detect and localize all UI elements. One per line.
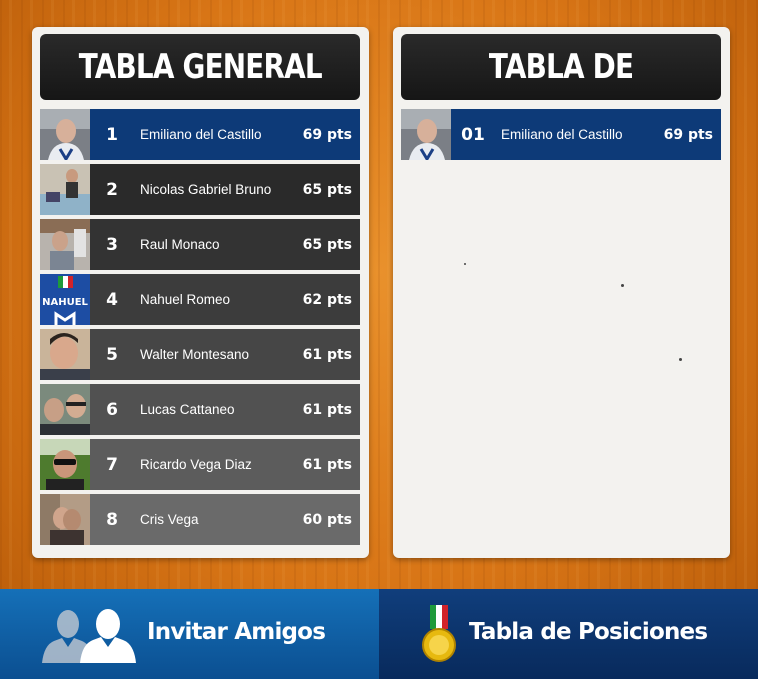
- tabla-general-header: TABLA GENERAL: [40, 34, 360, 100]
- invitar-amigos-label: Invitar Amigos: [147, 619, 326, 645]
- avatar: [40, 384, 90, 435]
- leaderboard-row[interactable]: 5 Walter Montesano 61 pts: [40, 329, 360, 380]
- row-points: 61 pts: [302, 401, 352, 418]
- friends-icon: [40, 607, 140, 663]
- avatar-text: NAHUEL: [42, 297, 88, 308]
- avatar: [40, 439, 90, 490]
- row-player-name: Lucas Cattaneo: [140, 402, 235, 417]
- tabla-amigos-list: 01 Emiliano del Castillo 69 pts: [401, 109, 721, 164]
- leaderboard-row[interactable]: 1 Emiliano del Castillo 69 pts: [40, 109, 360, 160]
- row-rank: 3: [106, 234, 118, 255]
- leaderboard-row[interactable]: 2 Nicolas Gabriel Bruno 65 pts: [40, 164, 360, 215]
- tabla-amigos-header: TABLA DE AMIGOS: [401, 34, 721, 153]
- medal-icon: [419, 605, 459, 663]
- row-rank: 6: [106, 399, 118, 420]
- row-points: 60 pts: [302, 511, 352, 528]
- tabla-general-panel: TABLA GENERAL 1 Emiliano del Castillo 69 p…: [32, 27, 369, 558]
- row-points: 62 pts: [302, 291, 352, 308]
- avatar: [40, 219, 90, 270]
- leaderboard-row[interactable]: 01 Emiliano del Castillo 69 pts: [401, 109, 721, 160]
- paper-speck: [464, 263, 466, 265]
- avatar: [401, 109, 451, 160]
- row-rank: 1: [106, 124, 118, 145]
- row-points: 69 pts: [302, 126, 352, 143]
- tabla-general-title: TABLA GENERAL: [78, 47, 322, 87]
- row-player-name: Ricardo Vega Diaz: [140, 457, 252, 472]
- paper-speck: [679, 358, 682, 361]
- row-rank: 2: [106, 179, 118, 200]
- invitar-amigos-button[interactable]: Invitar Amigos: [0, 589, 379, 679]
- leaderboard-row[interactable]: 6 Lucas Cattaneo 61 pts: [40, 384, 360, 435]
- avatar: NAHUEL: [40, 274, 90, 325]
- row-rank: 4: [106, 289, 118, 310]
- row-player-name: Emiliano del Castillo: [140, 127, 262, 142]
- row-player-name: Raul Monaco: [140, 237, 220, 252]
- avatar: [40, 109, 90, 160]
- avatar: [40, 164, 90, 215]
- leaderboard-row[interactable]: 7 Ricardo Vega Diaz 61 pts: [40, 439, 360, 490]
- row-rank: 8: [106, 509, 118, 530]
- leaderboard-row[interactable]: NAHUEL 4 Nahuel Romeo 62 pts: [40, 274, 360, 325]
- row-points: 61 pts: [302, 456, 352, 473]
- row-rank: 01: [461, 124, 485, 145]
- row-player-name: Cris Vega: [140, 512, 199, 527]
- row-points: 61 pts: [302, 346, 352, 363]
- avatar: [40, 494, 90, 545]
- row-player-name: Emiliano del Castillo: [501, 127, 623, 142]
- tabla-posiciones-button[interactable]: Tabla de Posiciones: [379, 589, 758, 679]
- row-player-name: Nicolas Gabriel Bruno: [140, 182, 272, 197]
- row-points: 65 pts: [302, 236, 352, 253]
- row-points: 69 pts: [663, 126, 713, 143]
- row-player-name: Nahuel Romeo: [140, 292, 231, 307]
- leaderboard-row[interactable]: 3 Raul Monaco 65 pts: [40, 219, 360, 270]
- bottom-nav-bar: Invitar Amigos Tabla de Posiciones: [0, 589, 758, 679]
- paper-speck: [621, 284, 624, 287]
- tabla-amigos-panel: TABLA DE AMIGOS 01 Emiliano del Castillo 6…: [393, 27, 730, 558]
- avatar: [40, 329, 90, 380]
- row-rank: 7: [106, 454, 118, 475]
- row-points: 65 pts: [302, 181, 352, 198]
- leaderboard-row[interactable]: 8 Cris Vega 60 pts: [40, 494, 360, 545]
- row-rank: 5: [106, 344, 118, 365]
- tabla-general-list: 1 Emiliano del Castillo 69 pts 2 Nicolas Gab…: [40, 109, 360, 549]
- tabla-posiciones-label: Tabla de Posiciones: [469, 619, 708, 645]
- row-player-name: Walter Montesano: [140, 347, 250, 362]
